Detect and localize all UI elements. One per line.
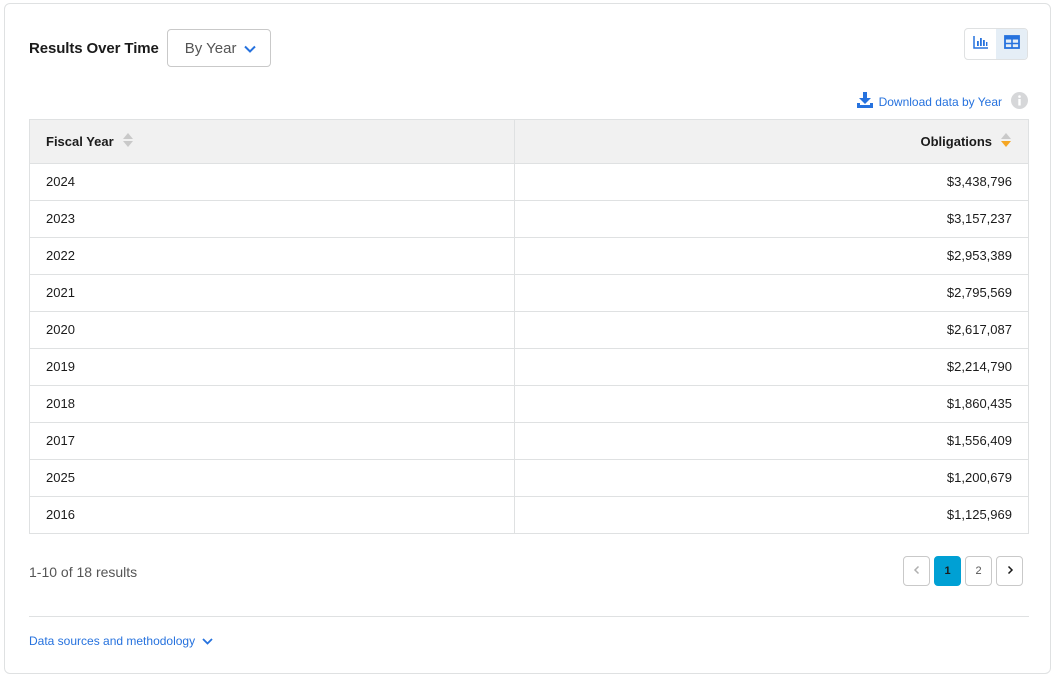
column-header-obligations[interactable]: Obligations	[514, 120, 1028, 164]
pagination: 1 2	[903, 556, 1023, 586]
methodology-label: Data sources and methodology	[29, 634, 196, 648]
table-row: 2022 $2,953,389	[30, 237, 1028, 275]
results-table: Fiscal Year Obligations 2024 $3,438,796 …	[29, 119, 1029, 534]
results-count: 1-10 of 18 results	[29, 564, 138, 580]
view-toggle	[964, 28, 1028, 60]
table-row: 2016 $1,125,969	[30, 496, 1028, 533]
download-icon	[856, 92, 874, 112]
column-header-fiscal-year[interactable]: Fiscal Year	[30, 120, 515, 164]
divider	[29, 616, 1029, 617]
fiscal-year-cell: 2019	[30, 348, 515, 386]
period-select-value: By Year	[184, 39, 237, 57]
obligations-cell: $1,200,679	[514, 459, 1028, 497]
obligations-cell: $2,953,389	[514, 237, 1028, 275]
sort-descending-icon	[1000, 132, 1012, 151]
fiscal-year-cell: 2024	[30, 163, 515, 201]
table-row: 2021 $2,795,569	[30, 274, 1028, 312]
table-row: 2020 $2,617,087	[30, 311, 1028, 349]
table-row: 2024 $3,438,796	[30, 163, 1028, 201]
previous-page-button[interactable]	[903, 556, 930, 586]
chevron-down-icon	[244, 40, 257, 57]
section-header: Results Over Time By Year	[29, 28, 271, 68]
fiscal-year-cell: 2023	[30, 200, 515, 238]
table-header-row: Fiscal Year Obligations	[30, 120, 1028, 164]
obligations-cell: $1,860,435	[514, 385, 1028, 423]
fiscal-year-cell: 2018	[30, 385, 515, 423]
bar-chart-icon	[972, 35, 989, 54]
column-header-label: Fiscal Year	[46, 133, 114, 149]
fiscal-year-cell: 2016	[30, 496, 515, 533]
next-page-button[interactable]	[996, 556, 1023, 586]
obligations-cell: $3,157,237	[514, 200, 1028, 238]
obligations-cell: $2,795,569	[514, 274, 1028, 312]
page-button-1[interactable]: 1	[934, 556, 961, 586]
table-view-button[interactable]	[996, 29, 1027, 59]
obligations-cell: $1,125,969	[946, 507, 1012, 523]
chevron-right-icon	[1006, 565, 1014, 578]
chevron-left-icon	[913, 565, 921, 578]
obligations-cell: $3,438,796	[514, 163, 1028, 201]
obligations-cell: $2,214,790	[514, 348, 1028, 386]
download-data-link[interactable]: Download data by Year	[856, 92, 1028, 112]
table-icon	[1003, 34, 1020, 54]
info-icon[interactable]	[1011, 92, 1028, 112]
fiscal-year-cell: 2020	[30, 311, 515, 349]
obligations-cell: $2,617,087	[514, 311, 1028, 349]
table-row: 2018 $1,860,435	[30, 385, 1028, 423]
fiscal-year-cell: 2021	[30, 274, 515, 312]
column-header-label: Obligations	[920, 133, 993, 149]
table-row: 2025 $1,200,679	[30, 459, 1028, 497]
fiscal-year-cell: 2025	[30, 459, 515, 497]
chart-view-button[interactable]	[965, 29, 996, 59]
download-data-label[interactable]: Download data by Year	[879, 95, 1002, 109]
table-row: 2019 $2,214,790	[30, 348, 1028, 386]
results-over-time-card: Results Over Time By Year Download data …	[4, 3, 1051, 674]
period-select[interactable]: By Year	[166, 29, 271, 67]
sort-icon	[122, 132, 134, 151]
page-button-2[interactable]: 2	[965, 556, 992, 586]
obligations-cell: $1,556,409	[514, 422, 1028, 460]
table-row: 2017 $1,556,409	[30, 422, 1028, 460]
fiscal-year-cell: 2022	[30, 237, 515, 275]
section-title: Results Over Time	[29, 39, 159, 57]
fiscal-year-cell: 2017	[30, 422, 515, 460]
table-row: 2023 $3,157,237	[30, 200, 1028, 238]
chevron-down-icon	[202, 634, 213, 648]
data-sources-methodology-toggle[interactable]: Data sources and methodology	[29, 634, 213, 648]
